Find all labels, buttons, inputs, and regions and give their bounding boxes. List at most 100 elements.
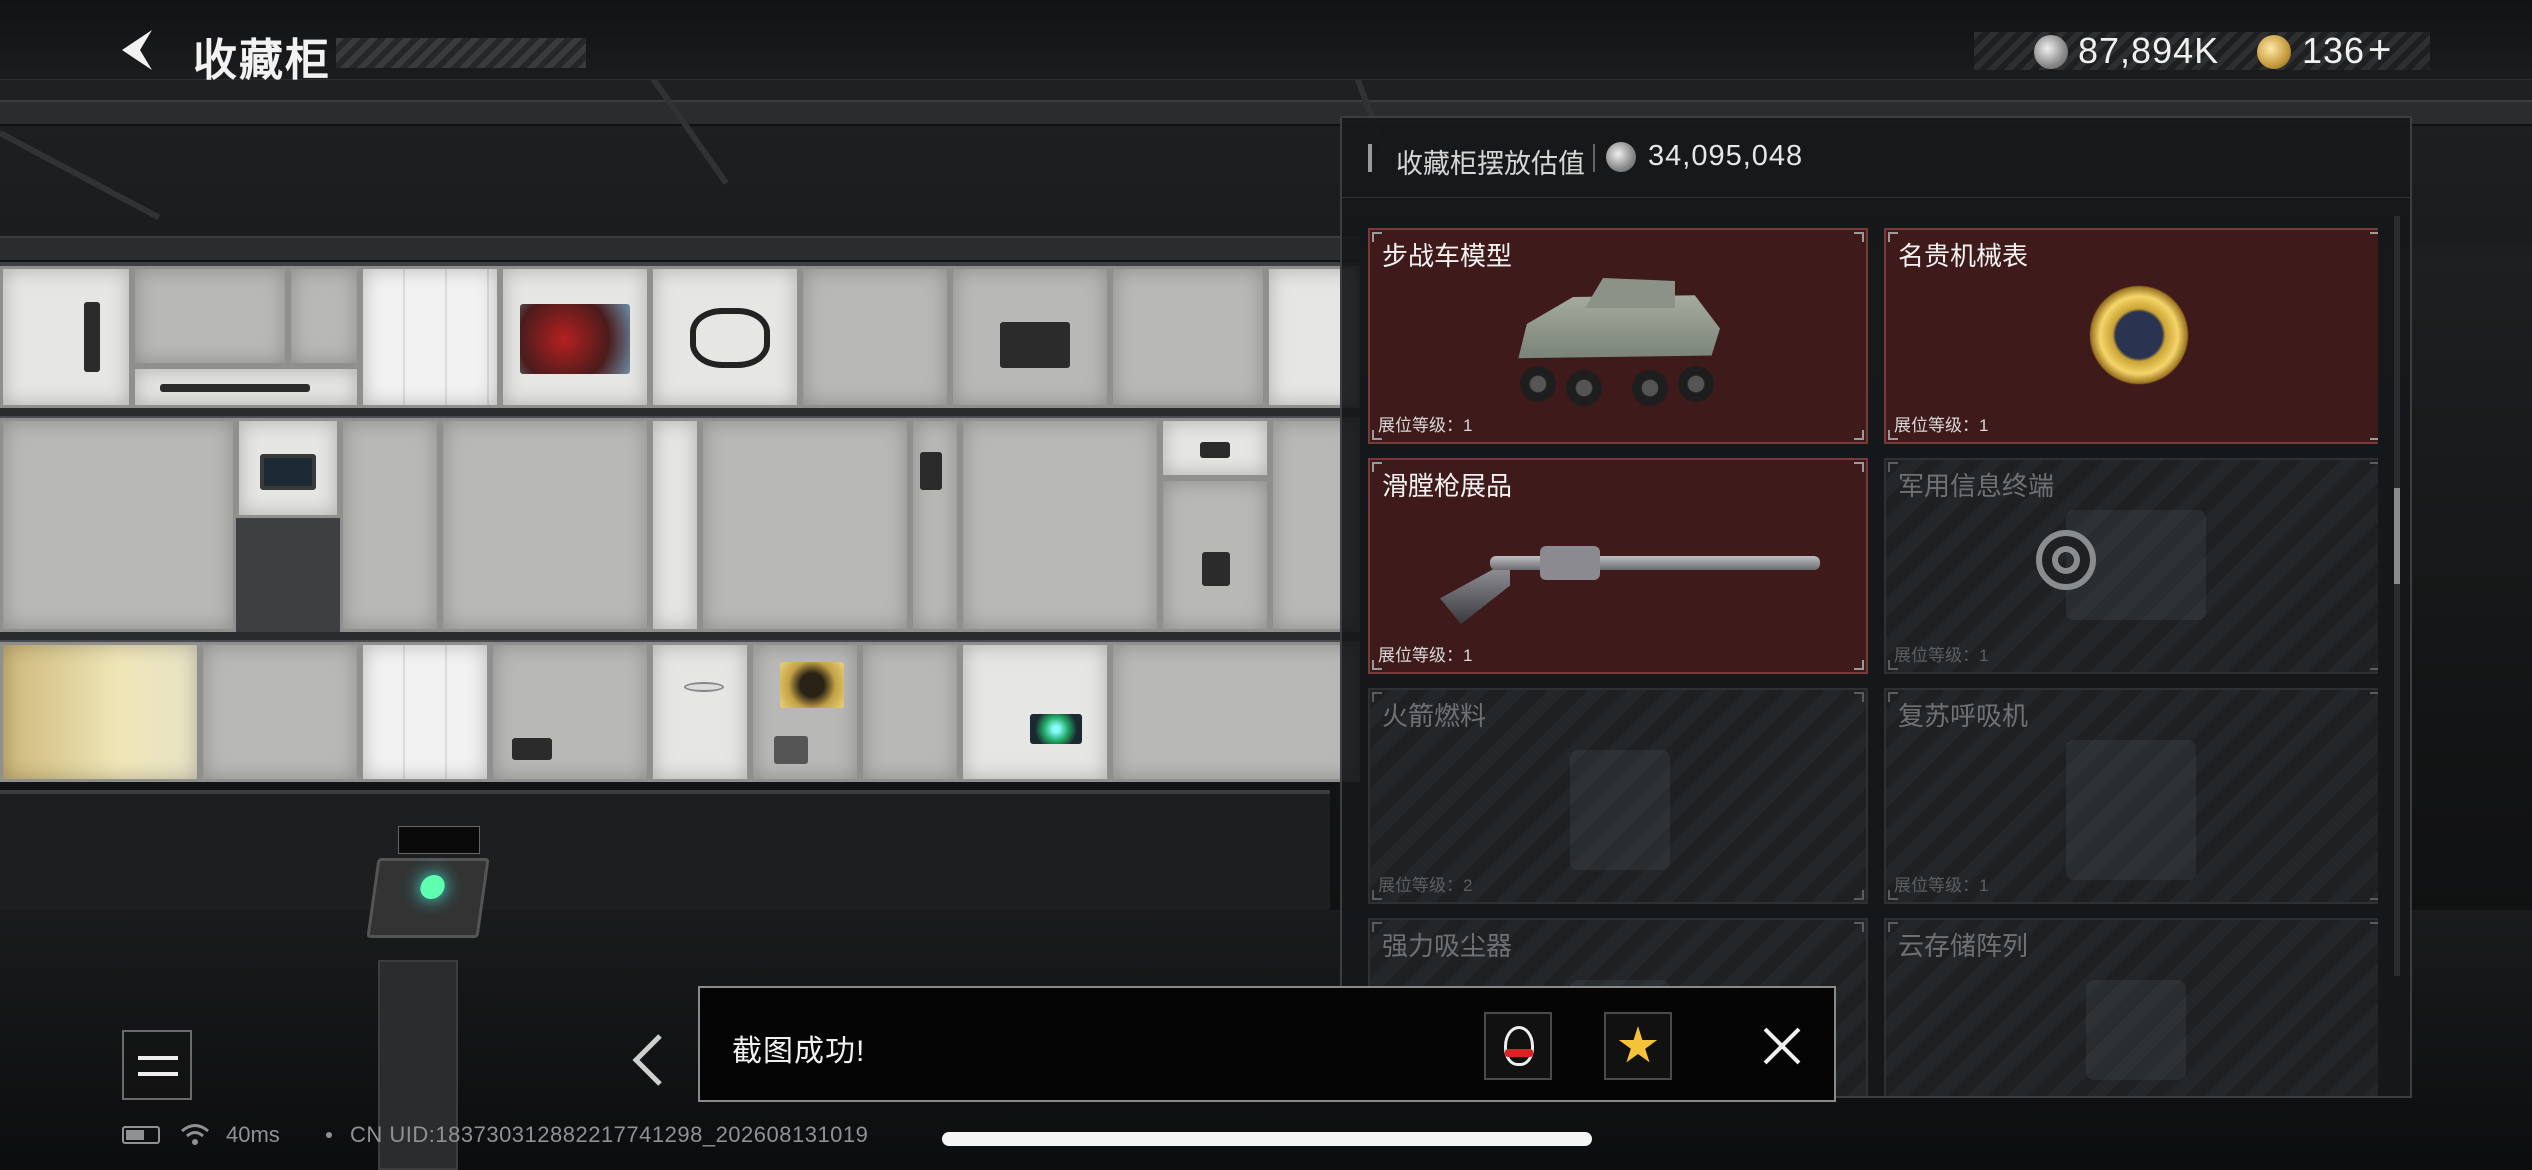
switch-view-button[interactable] (122, 1030, 192, 1100)
display-item (774, 736, 808, 764)
cabinet-cell (800, 266, 950, 408)
title-decoration (336, 38, 586, 68)
card-corner (1372, 922, 1382, 932)
cabinet-cell (650, 418, 700, 632)
cabinet-cell (440, 418, 650, 632)
collection-card-apc-model[interactable]: 步战车模型 展位等级：1 (1368, 228, 1868, 444)
apc-wheel (1678, 366, 1714, 402)
qq-icon (1504, 1026, 1534, 1066)
card-corner (1888, 462, 1898, 472)
cabinet-cell (340, 418, 440, 632)
card-name: 复苏呼吸机 (1898, 701, 2029, 731)
previous-arrow-icon[interactable] (628, 1030, 668, 1090)
display-item (512, 738, 552, 760)
close-icon[interactable] (1754, 1018, 1810, 1074)
collection-card-military-terminal[interactable]: 军用信息终端 展位等级：1 (1884, 458, 2378, 674)
card-corner (1372, 462, 1382, 472)
collection-card-rocket-fuel[interactable]: 火箭燃料 展位等级：2 (1368, 688, 1868, 904)
swap-arrow-icon (138, 1072, 178, 1076)
ping-value: 40ms (226, 1122, 280, 1147)
card-level: 展位等级：1 (1894, 646, 1989, 665)
card-name: 火箭燃料 (1382, 701, 1487, 731)
cabinet-cell (910, 418, 960, 632)
card-corner (1854, 890, 1864, 900)
silver-coin-icon (2034, 35, 2068, 69)
panel-scrollbar[interactable] (2394, 216, 2400, 976)
gold-coin-icon (2257, 35, 2291, 69)
cloud-array-icon (2086, 980, 2186, 1080)
luxury-watch-icon (2084, 280, 2194, 390)
cabinet-cell (1110, 642, 1360, 782)
card-corner (1888, 232, 1898, 242)
collection-card-cloud-array[interactable]: 云存储阵列 (1884, 918, 2378, 1096)
card-corner (2370, 430, 2378, 440)
locked-target-icon (2036, 530, 2096, 590)
cabinet-cell (360, 266, 500, 408)
display-cabinet (0, 262, 1360, 782)
collection-card-luxury-watch[interactable]: 名贵机械表 展位等级：1 (1884, 228, 2378, 444)
card-corner (1854, 692, 1864, 702)
cabinet-cell (0, 266, 132, 408)
apc-wheel (1520, 366, 1556, 402)
ceiling-truss (0, 130, 161, 221)
cabinet-cell (0, 642, 200, 782)
card-corner (1854, 232, 1864, 242)
cabinet-base (0, 790, 1330, 910)
display-item (520, 304, 630, 374)
display-item (1200, 442, 1230, 458)
gold-amount: 136 (2302, 30, 2366, 71)
apc-wheel (1632, 370, 1668, 406)
display-item (684, 682, 724, 692)
cabinet-cell (200, 642, 360, 782)
add-currency-button[interactable]: + (2368, 28, 2391, 73)
cabinet-cell (960, 642, 1110, 782)
wifi-icon (181, 1124, 209, 1145)
header-accent-bar (1368, 144, 1372, 172)
card-level: 展位等级：2 (1378, 876, 1473, 895)
home-indicator[interactable] (942, 1132, 1592, 1146)
card-corner (2370, 660, 2378, 670)
apc-wheel (1566, 370, 1602, 406)
collection-card-musket[interactable]: 滑膛枪展品 展位等级：1 (1368, 458, 1868, 674)
display-item (84, 302, 100, 372)
cabinet-cell (0, 418, 236, 632)
card-corner (2370, 462, 2378, 472)
share-qzone-button[interactable] (1604, 1012, 1672, 1080)
valuation-amount: 34,095,048 (1648, 140, 1804, 172)
share-qq-button[interactable] (1484, 1012, 1552, 1080)
card-name: 滑膛枪展品 (1382, 471, 1513, 501)
cabinet-top-beam (0, 236, 1360, 262)
ventilator-icon (2066, 740, 2196, 880)
display-item (260, 454, 316, 490)
screenshot-toast: 截图成功! (698, 986, 1836, 1102)
card-corner (1854, 462, 1864, 472)
display-item (780, 662, 844, 708)
card-corner (2370, 922, 2378, 932)
silver-amount: 87,894K (2078, 30, 2220, 71)
card-corner (1854, 922, 1864, 932)
card-corner (2370, 692, 2378, 702)
rocket-fuel-icon (1570, 750, 1670, 870)
silver-coin-icon (1606, 142, 1636, 172)
terminal-sign (398, 826, 480, 854)
cabinet-cell (650, 642, 750, 782)
panel-header: 收藏柜摆放估值 34,095,048 (1342, 118, 2410, 198)
toast-message: 截图成功! (732, 1035, 866, 1068)
collection-terminal (366, 858, 490, 938)
card-name: 云存储阵列 (1898, 931, 2029, 961)
cabinet-cell (1110, 266, 1266, 408)
qzone-icon (1618, 1026, 1658, 1063)
card-corner (1854, 430, 1864, 440)
top-bar: 收藏柜 87,894K 136 + (0, 0, 2532, 85)
panel-scroll-thumb[interactable] (2394, 488, 2400, 584)
card-level: 展位等级：1 (1378, 416, 1473, 435)
header-separator (1593, 144, 1595, 172)
collection-card-ventilator[interactable]: 复苏呼吸机 展位等级：1 (1884, 688, 2378, 904)
page-title: 收藏柜 (193, 36, 331, 85)
display-item (1030, 714, 1082, 744)
display-item (690, 308, 770, 368)
card-corner (1854, 660, 1864, 670)
display-item (160, 384, 310, 392)
cabinet-cell (700, 418, 910, 632)
back-arrow-icon[interactable] (118, 26, 158, 74)
